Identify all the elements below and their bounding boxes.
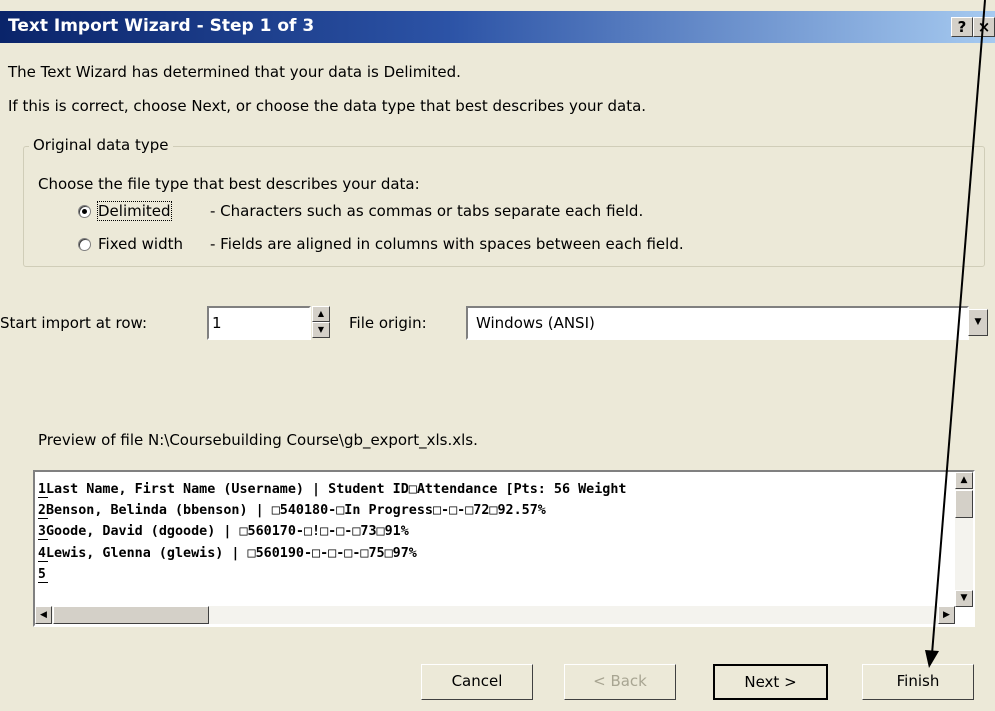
line-number: 5: [38, 567, 48, 583]
file-origin-select[interactable]: Windows (ANSI): [466, 306, 969, 340]
cancel-button[interactable]: Cancel: [421, 664, 533, 700]
file-type-prompt: Choose the file type that best describes…: [38, 175, 420, 193]
scroll-down-icon[interactable]: ▼: [955, 590, 973, 607]
scroll-up-icon[interactable]: ▲: [955, 472, 973, 489]
start-row-spinner[interactable]: ▲ ▼: [312, 306, 330, 339]
fixed-width-radio[interactable]: [78, 238, 91, 251]
text-import-wizard-dialog: Text Import Wizard - Step 1 of 3 ? × The…: [0, 0, 995, 711]
preview-label: Preview of file N:\Coursebuilding Course…: [38, 431, 478, 449]
horizontal-scroll-thumb[interactable]: [53, 606, 209, 624]
vertical-scroll-thumb[interactable]: [955, 490, 973, 518]
scroll-left-icon[interactable]: ◀: [35, 606, 52, 624]
file-origin-value: Windows (ANSI): [476, 314, 595, 332]
file-origin-label: File origin:: [349, 314, 427, 332]
preview-row: Last Name, First Name (Username) | Stude…: [46, 482, 627, 497]
delimited-radio[interactable]: [78, 205, 91, 218]
finish-button[interactable]: Finish: [862, 664, 974, 700]
title-bar[interactable]: Text Import Wizard - Step 1 of 3 ? ×: [0, 11, 995, 43]
start-row-input[interactable]: 1: [207, 306, 311, 340]
back-button[interactable]: < Back: [564, 664, 676, 700]
preview-row: Benson, Belinda (bbenson) | □540180-□In …: [46, 503, 546, 518]
data-type-group-label: Original data type: [29, 136, 173, 154]
fixed-width-description: - Fields are aligned in columns with spa…: [210, 235, 684, 253]
start-row-value: 1: [212, 314, 222, 332]
scroll-right-icon[interactable]: ▶: [938, 606, 955, 624]
window-title: Text Import Wizard - Step 1 of 3: [8, 16, 315, 36]
fixed-width-label[interactable]: Fixed width: [98, 235, 183, 253]
delimited-label[interactable]: Delimited: [97, 201, 172, 221]
help-button[interactable]: ?: [951, 17, 973, 37]
next-button[interactable]: Next >: [713, 664, 828, 700]
spin-down-icon[interactable]: ▼: [312, 322, 330, 338]
chevron-down-icon[interactable]: ▼: [968, 309, 988, 336]
delimited-label-text: Delimited: [97, 201, 172, 221]
start-row-label: Start import at row:: [0, 314, 148, 332]
preview-row: Goode, David (dgoode) | □560170-□!□-□-□7…: [46, 524, 409, 539]
intro-line-2: If this is correct, choose Next, or choo…: [8, 97, 647, 115]
preview-row: Lewis, Glenna (glewis) | □560190-□-□-□-□…: [46, 546, 417, 561]
intro-line-1: The Text Wizard has determined that your…: [8, 63, 461, 81]
close-button[interactable]: ×: [973, 17, 995, 37]
spin-up-icon[interactable]: ▲: [312, 306, 330, 322]
delimited-description: - Characters such as commas or tabs sepa…: [210, 202, 644, 220]
